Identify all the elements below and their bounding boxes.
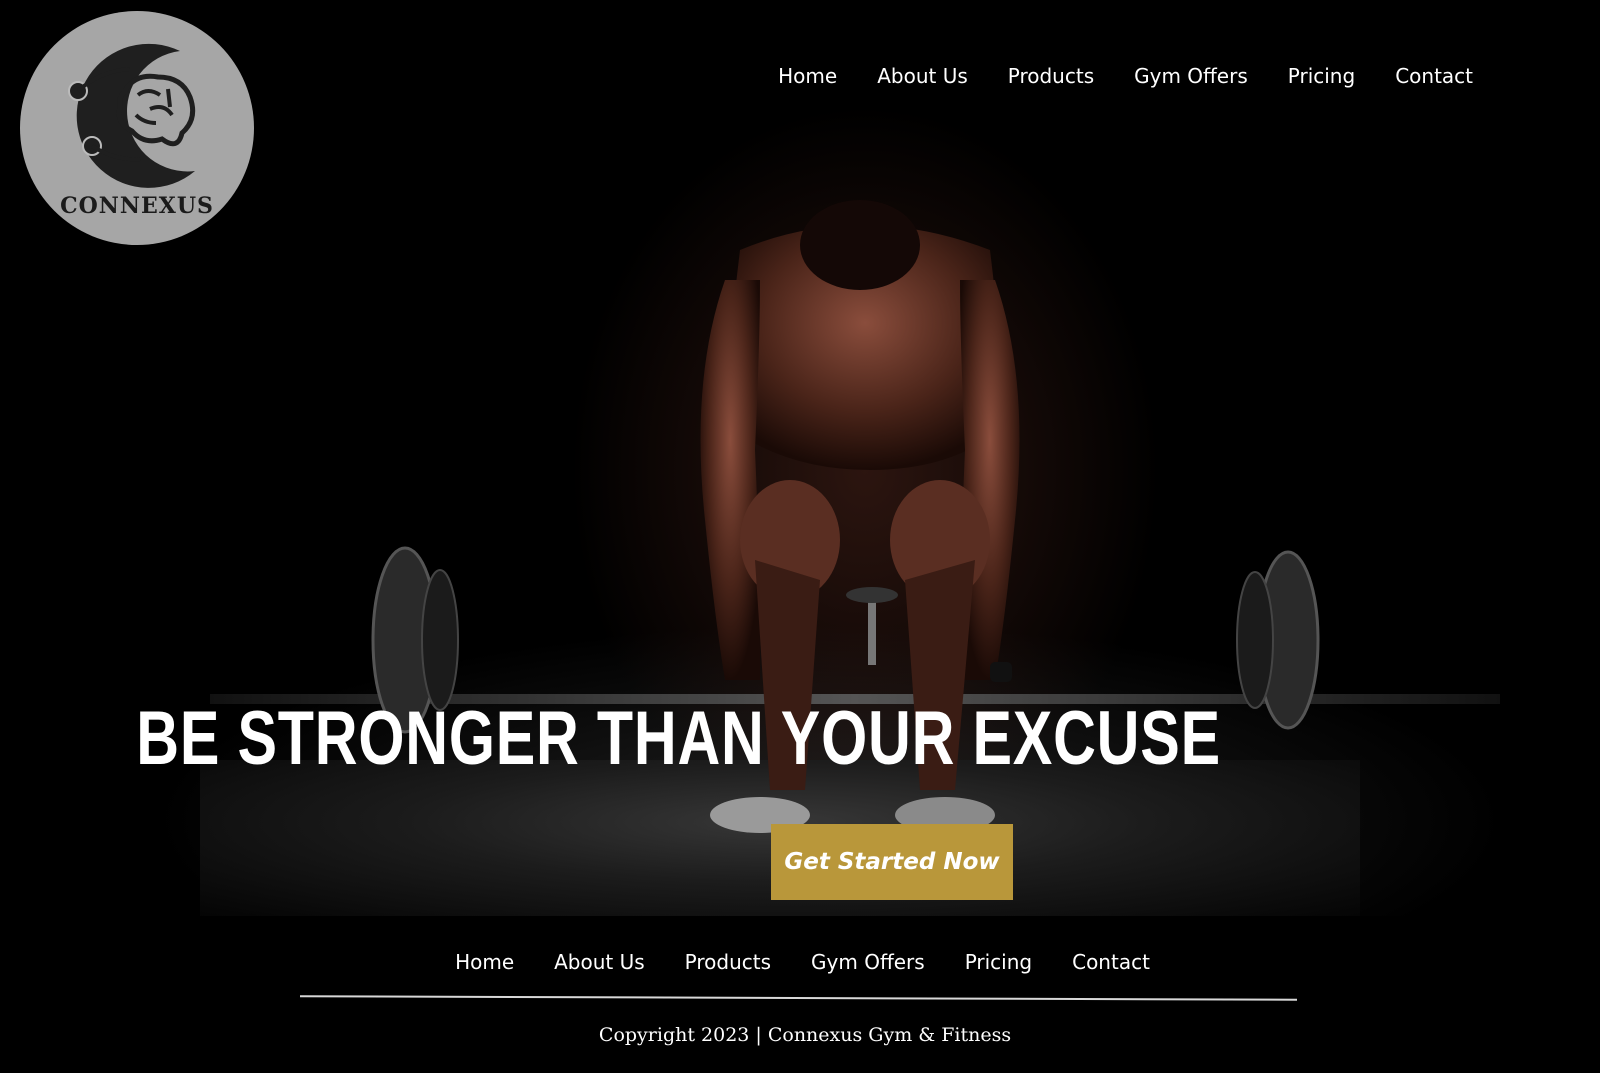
nav-home[interactable]: Home — [778, 64, 837, 88]
top-nav: Home About Us Products Gym Offers Pricin… — [778, 64, 1473, 88]
logo-wordmark: CONNEXUS — [60, 193, 214, 219]
footer-divider — [299, 995, 1298, 1001]
footer-nav-home[interactable]: Home — [455, 950, 514, 974]
page: CONNEXUS Home About Us Products Gym Offe… — [0, 0, 1600, 1073]
footer-nav-pricing[interactable]: Pricing — [965, 950, 1032, 974]
footer-nav-contact[interactable]: Contact — [1072, 950, 1150, 974]
nav-contact[interactable]: Contact — [1395, 64, 1473, 88]
footer-nav-products[interactable]: Products — [685, 950, 771, 974]
get-started-button[interactable]: Get Started Now — [771, 824, 1013, 900]
nav-gym-offers[interactable]: Gym Offers — [1134, 64, 1248, 88]
nav-products[interactable]: Products — [1008, 64, 1094, 88]
footer-nav: Home About Us Products Gym Offers Pricin… — [0, 950, 1600, 974]
footer-nav-gym-offers[interactable]: Gym Offers — [811, 950, 925, 974]
nav-about-us[interactable]: About Us — [877, 64, 968, 88]
brand-logo[interactable]: CONNEXUS — [20, 11, 254, 245]
nav-pricing[interactable]: Pricing — [1288, 64, 1355, 88]
copyright-text: Copyright 2023 | Connexus Gym & Fitness — [598, 1024, 1012, 1046]
hero-headline: BE STRONGER THAN YOUR EXCUSE — [136, 696, 1221, 781]
footer-nav-about-us[interactable]: About Us — [554, 950, 645, 974]
